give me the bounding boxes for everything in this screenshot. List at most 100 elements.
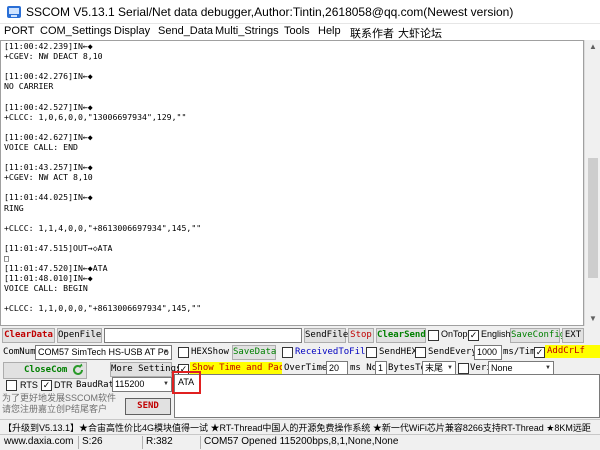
rts-label: RTS [20, 380, 38, 390]
send-file-button[interactable]: SendFile [304, 328, 348, 343]
log-line: +CLCC: 1,1,4,0,0,"+8613006697934",145,"" [4, 222, 202, 233]
chevron-down-icon: ▼ [163, 349, 169, 355]
log-scrollbar[interactable]: ▲ ▼ [584, 40, 600, 326]
open-file-button[interactable]: OpenFile [57, 328, 102, 343]
annotation-highlight-box [172, 371, 201, 394]
add-crlf-checkbox[interactable]: ✓ [534, 347, 545, 358]
comnum-select[interactable]: COM57 SimTech HS-USB AT Po ▼ [35, 345, 172, 360]
status-port-info: COM57 Opened 115200bps,8,1,None,None [204, 436, 399, 447]
log-line: [11:00:42.276]IN←◆ [4, 71, 93, 82]
verify-value: None [491, 363, 513, 373]
log-line: □ [4, 252, 9, 263]
scroll-thumb[interactable] [588, 158, 598, 278]
send-every-checkbox[interactable] [415, 347, 426, 358]
ontop-label: OnTop [441, 329, 468, 339]
send-button[interactable]: SEND [125, 398, 171, 415]
english-checkbox[interactable]: ✓ [468, 330, 479, 341]
rts-checkbox[interactable] [6, 380, 17, 391]
hexshow-label: HEXShow [191, 347, 229, 357]
menu-tools[interactable]: Tools [284, 25, 310, 37]
promo-line-1: 为了更好地发展SSCOM软件 [2, 393, 117, 403]
status-received-count: R:382 [146, 436, 173, 447]
log-line: [11:01:43.257]IN←◆ [4, 162, 93, 173]
log-line: [11:01:48.010]IN←◆ [4, 273, 93, 284]
receive-log[interactable]: [11:00:42.239]IN←◆ +CGEV: NW DEACT 8,10 [… [0, 40, 584, 326]
baudrate-select[interactable]: 115200 ▼ [112, 377, 172, 392]
dtr-label: DTR [54, 380, 73, 390]
baudrate-label: BaudRat [76, 380, 114, 390]
clear-send-button[interactable]: ClearSend [376, 328, 426, 343]
menu-bar: PORT COM_Settings Display Send_Data Mult… [0, 24, 600, 40]
menu-port[interactable]: PORT [4, 25, 34, 37]
log-line: [11:01:44.025]IN←◆ [4, 192, 93, 203]
send-every-input[interactable]: 1000 [474, 345, 502, 360]
more-settings-button[interactable]: More Settings [110, 362, 181, 377]
chevron-down-icon: ▼ [163, 381, 169, 387]
log-line: [11:00:42.527]IN←◆ [4, 101, 93, 112]
log-line: NO CARRIER [4, 81, 54, 92]
stop-button[interactable]: Stop [348, 328, 374, 343]
title-bar: SSCOM V5.13.1 Serial/Net data debugger,A… [0, 0, 600, 24]
menu-com-settings[interactable]: COM_Settings [40, 25, 112, 37]
log-line: VOICE CALL: BEGIN [4, 283, 88, 294]
ticker-text: 【升级到V5.13.1】★合宙高性价比4G模块值得一试 ★RT-Thread中国… [3, 423, 591, 433]
status-sent-count: S:26 [82, 436, 103, 447]
log-line: [11:01:47.515]OUT→◇ATA [4, 242, 113, 253]
received-to-file-label[interactable]: ReceivedToFile [294, 345, 371, 360]
menu-forum[interactable]: 大虾论坛 [398, 25, 442, 41]
log-line: RING [4, 202, 24, 213]
log-line: +CGEV: NW DEACT 8,10 [4, 51, 103, 62]
english-label: English [481, 329, 511, 339]
log-line: +CGEV: NW ACT 8,10 [4, 172, 93, 183]
log-line: VOICE CALL: END [4, 141, 78, 152]
news-ticker[interactable]: 【升级到V5.13.1】★合宙高性价比4G模块值得一试 ★RT-Thread中国… [0, 419, 600, 434]
window-title: SSCOM V5.13.1 Serial/Net data debugger,A… [26, 5, 514, 19]
file-path-input[interactable] [104, 328, 302, 343]
sendhex-label: SendHEX [379, 347, 417, 357]
add-crlf-label: AddCrLf [545, 345, 600, 358]
status-bar: www.daxia.com S:26 R:382 COM57 Opened 11… [0, 434, 600, 450]
save-config-button[interactable]: SaveConfig [510, 328, 565, 343]
save-data-button[interactable]: SaveData [232, 345, 276, 360]
scroll-up-icon[interactable]: ▲ [589, 43, 597, 51]
menu-send-data[interactable]: Send_Data [158, 25, 213, 37]
menu-display[interactable]: Display [114, 25, 150, 37]
promo-line-2: 请您注册嘉立创P结尾客户 [2, 404, 108, 414]
log-line: OK [4, 324, 583, 325]
end-value: 末尾 [425, 363, 444, 373]
comnum-value: COM57 SimTech HS-USB AT Po [38, 347, 169, 357]
close-com-label: CloseCom [24, 365, 68, 375]
comnum-label: ComNum [3, 347, 36, 357]
status-url[interactable]: www.daxia.com [4, 436, 73, 447]
refresh-icon[interactable] [71, 363, 85, 377]
ms-tim-label: ms/Tim [503, 347, 536, 357]
log-line: +CLCC: 1,1,0,0,0,"+8613006697934",145,"" [4, 303, 202, 314]
menu-help[interactable]: Help [318, 25, 341, 37]
sendhex-checkbox[interactable] [366, 347, 377, 358]
ext-button[interactable]: EXT [562, 328, 584, 343]
dtr-checkbox[interactable]: ✓ [41, 380, 52, 391]
verify-checkbox[interactable] [458, 363, 469, 374]
received-to-file-checkbox[interactable] [282, 347, 293, 358]
log-line: +CLCC: 1,0,6,0,0,"13006697934",129,"" [4, 111, 187, 122]
clear-data-button[interactable]: ClearData [2, 328, 55, 343]
menu-multi-strings[interactable]: Multi_Strings [215, 25, 279, 37]
scroll-down-icon[interactable]: ▼ [589, 315, 597, 323]
ontop-checkbox[interactable] [428, 330, 439, 341]
send-text-area[interactable]: ATA [174, 374, 600, 418]
log-line: [11:00:42.239]IN←◆ [4, 41, 93, 51]
log-text: [11:00:42.239]IN←◆ +CGEV: NW DEACT 8,10 [… [1, 41, 583, 325]
baudrate-value: 115200 [115, 379, 145, 389]
menu-contact-author[interactable]: 联系作者 [350, 25, 394, 41]
app-icon [7, 6, 21, 18]
hexshow-checkbox[interactable] [178, 347, 189, 358]
log-line: [11:00:42.627]IN←◆ [4, 131, 93, 142]
